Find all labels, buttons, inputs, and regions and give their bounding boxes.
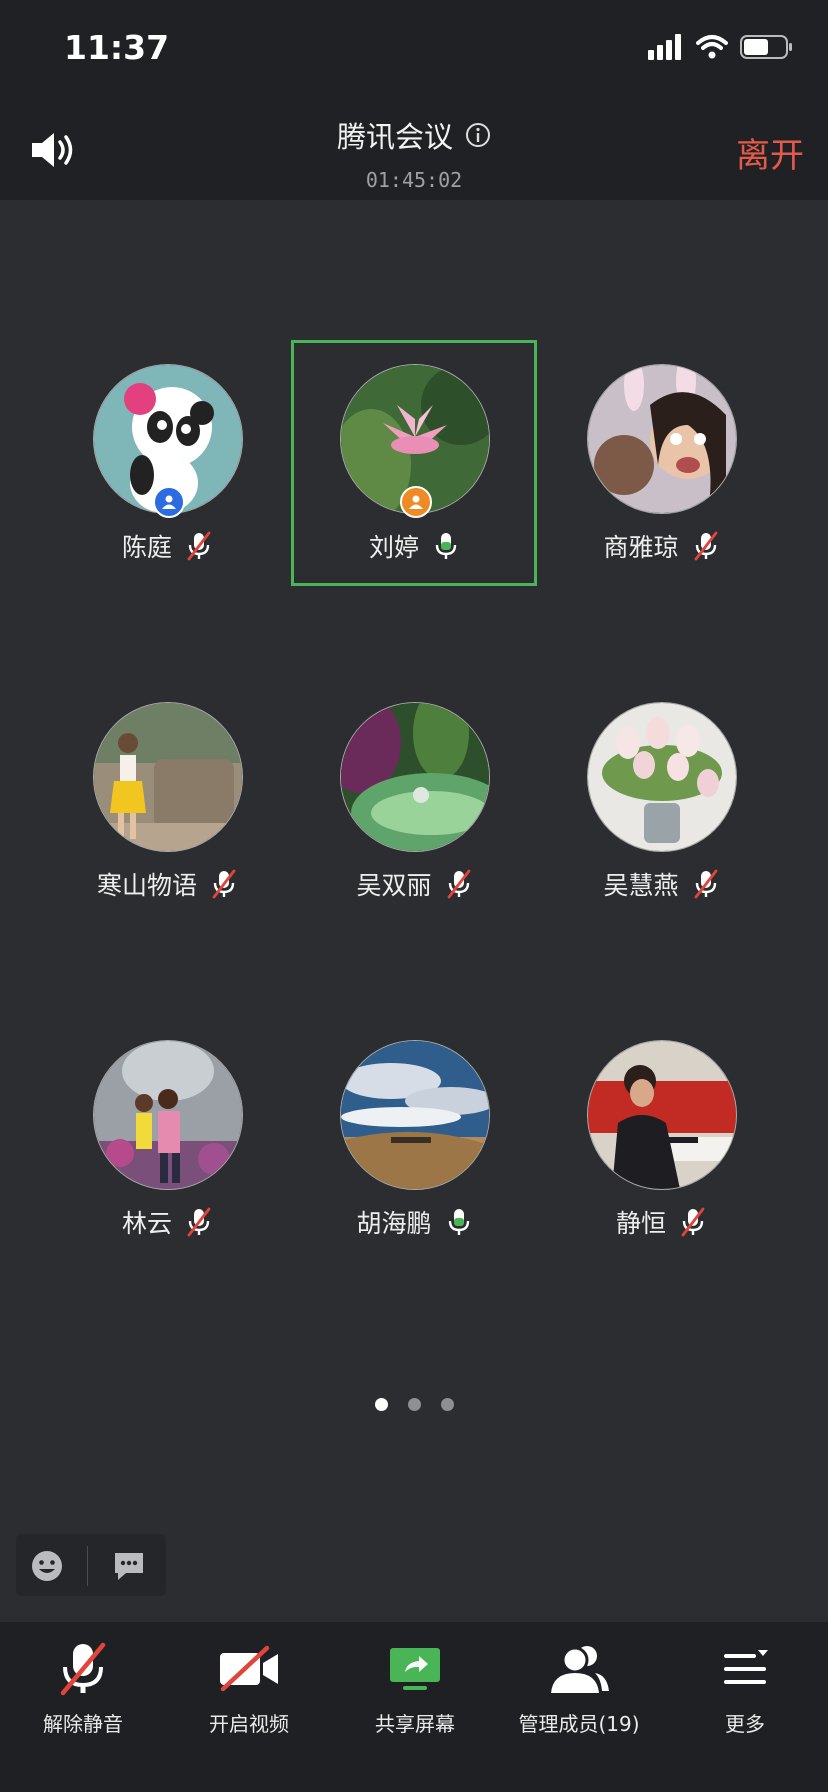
unmute-label: 解除静音	[43, 1712, 123, 1736]
info-icon[interactable]	[465, 122, 491, 148]
host-badge-icon	[153, 486, 185, 518]
avatar	[93, 1040, 243, 1190]
chat-icon[interactable]	[112, 1550, 146, 1582]
participant-label: 陈庭	[44, 528, 290, 564]
mic-on-icon	[435, 533, 457, 559]
participant-label: 胡海鹏	[291, 1204, 537, 1240]
page-dot[interactable]	[407, 1398, 421, 1411]
participant-label: 刘婷	[291, 528, 537, 564]
title-area: 腾讯会议 01:45:02	[0, 114, 828, 192]
signal-icon	[648, 34, 681, 60]
participant-name: 陈庭	[121, 533, 172, 562]
avatar	[587, 1040, 737, 1190]
meeting-timer: 01:45:02	[365, 168, 463, 192]
share-screen-label: 共享屏幕	[375, 1712, 455, 1736]
wifi-icon	[696, 35, 728, 59]
mic-muted-icon	[187, 1207, 211, 1237]
page-dot-active[interactable]	[374, 1398, 388, 1411]
participant-label: 静恒	[538, 1204, 784, 1240]
participant-tile[interactable]: 吴双丽	[291, 678, 537, 924]
mic-muted-icon	[212, 869, 236, 899]
participant-name: 吴慧燕	[603, 871, 679, 900]
share-screen-icon	[390, 1648, 440, 1690]
participant-tile[interactable]: 胡海鹏	[291, 1016, 537, 1262]
participant-name: 商雅琼	[603, 533, 679, 562]
participant-label: 林云	[44, 1204, 290, 1240]
participant-label: 吴慧燕	[538, 866, 784, 902]
participant-label: 寒山物语	[44, 866, 290, 902]
participant-name: 刘婷	[368, 533, 419, 562]
meeting-title-row[interactable]: 腾讯会议	[337, 114, 491, 156]
participant-tile[interactable]: 商雅琼	[538, 340, 784, 586]
status-bar: 11:37	[0, 0, 828, 100]
avatar	[587, 702, 737, 852]
status-icons	[648, 34, 794, 60]
more-label: 更多	[725, 1712, 765, 1736]
meeting-header: 腾讯会议 01:45:02 离开	[0, 100, 828, 200]
emoji-icon[interactable]	[30, 1549, 64, 1583]
unmute-button[interactable]: 解除静音	[0, 1634, 166, 1737]
participant-name: 林云	[121, 1209, 172, 1238]
mic-muted-icon	[447, 869, 470, 899]
avatar	[340, 702, 490, 852]
page-dot[interactable]	[440, 1398, 454, 1411]
mic-muted-icon	[187, 531, 211, 561]
participant-name: 寒山物语	[96, 871, 197, 900]
more-menu-icon	[724, 1650, 768, 1684]
mic-muted-icon	[694, 531, 717, 561]
participant-name: 胡海鹏	[356, 1209, 432, 1238]
leave-button[interactable]: 离开	[736, 128, 804, 177]
battery-icon	[740, 35, 792, 59]
participant-tile[interactable]: 吴慧燕	[538, 678, 784, 924]
manage-members-label: 管理成员(19)	[518, 1712, 640, 1736]
share-screen-button[interactable]: 共享屏幕	[332, 1634, 498, 1737]
video-off-icon	[220, 1645, 278, 1692]
start-video-label: 开启视频	[209, 1712, 289, 1736]
members-icon	[551, 1646, 609, 1693]
page-indicator[interactable]	[0, 1398, 828, 1411]
avatar	[587, 364, 737, 514]
participant-name: 吴双丽	[356, 871, 432, 900]
more-button[interactable]: 更多	[662, 1634, 828, 1737]
manage-members-button[interactable]: 管理成员(19)	[496, 1634, 662, 1737]
mic-muted-icon	[60, 1642, 106, 1696]
mic-muted-icon	[694, 869, 717, 899]
cohost-badge-icon	[400, 486, 432, 518]
mic-on-icon	[448, 1209, 469, 1235]
participant-tile[interactable]: 静恒	[538, 1016, 784, 1262]
participant-label: 商雅琼	[538, 528, 784, 564]
avatar	[340, 1040, 490, 1190]
bottom-toolbar: 解除静音 开启视频 共享屏幕 管理成员(19) 更多	[0, 1622, 828, 1792]
divider	[87, 1546, 88, 1586]
participant-tile[interactable]: 寒山物语	[44, 678, 290, 924]
participant-name: 静恒	[615, 1209, 666, 1238]
meeting-title: 腾讯会议	[336, 120, 453, 154]
status-time: 11:37	[64, 28, 170, 67]
participant-tile[interactable]: 陈庭	[44, 340, 290, 586]
start-video-button[interactable]: 开启视频	[166, 1634, 332, 1737]
avatar	[93, 702, 243, 852]
participant-label: 吴双丽	[291, 866, 537, 902]
reaction-chat-box	[16, 1534, 166, 1596]
mic-muted-icon	[681, 1207, 705, 1237]
participant-tile-active[interactable]: 刘婷	[291, 340, 537, 586]
participant-tile[interactable]: 林云	[44, 1016, 290, 1262]
